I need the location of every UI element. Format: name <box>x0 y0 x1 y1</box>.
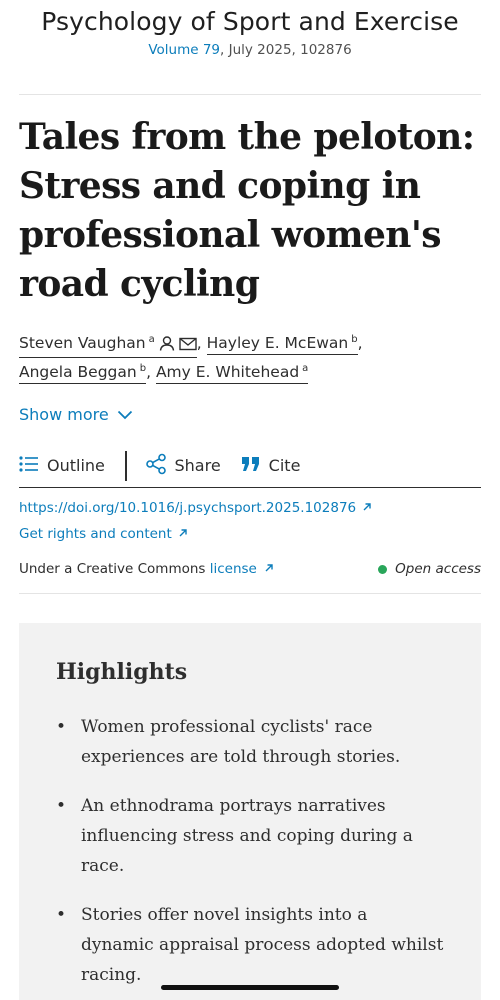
highlight-item: Stories offer novel insights into a dyna… <box>56 900 444 990</box>
highlight-item: Women professional cyclists' race experi… <box>56 712 444 772</box>
show-more-button[interactable]: Show more <box>19 405 133 424</box>
author-link-vaughan[interactable]: Steven Vaughan a <box>19 330 197 358</box>
volume-link[interactable]: Volume 79 <box>148 42 220 58</box>
license-info: Under a Creative Commons license <box>19 561 274 577</box>
author-separator: , <box>146 363 151 381</box>
author-separator: , <box>196 334 202 352</box>
toolbar-divider <box>125 450 127 481</box>
doi-text: https://doi.org/10.1016/j.psychsport.202… <box>19 500 357 516</box>
share-button[interactable]: Share <box>145 453 221 479</box>
license-link[interactable]: license <box>210 561 257 577</box>
rights-link[interactable]: Get rights and content <box>19 526 188 542</box>
chevron-down-icon <box>117 405 133 424</box>
list-icon <box>19 455 39 476</box>
license-row: Under a Creative Commons license Open ac… <box>19 561 481 577</box>
open-access-label: Open access <box>395 561 481 577</box>
article-toolbar: Outline Share Cite <box>19 447 481 488</box>
person-icon <box>159 336 175 356</box>
highlights-title: Highlights <box>56 659 188 685</box>
doi-link[interactable]: https://doi.org/10.1016/j.psychsport.202… <box>19 500 372 516</box>
author-separator: , <box>357 334 363 352</box>
license-divider <box>19 593 481 594</box>
issue-details: , July 2025, 102876 <box>220 42 352 58</box>
quote-icon <box>241 456 261 476</box>
external-link-icon <box>178 526 188 542</box>
show-more-label: Show more <box>19 405 109 424</box>
highlights-section: Highlights Women professional cyclists' … <box>19 623 481 1000</box>
article-title: Tales from the peloton: Stress and copin… <box>19 116 475 305</box>
share-label: Share <box>174 456 221 475</box>
author-link-mcewan[interactable]: Hayley E. McEwan b <box>206 330 358 355</box>
author-link-beggan[interactable]: Angela Beggan b <box>19 359 147 384</box>
journal-header: Psychology of Sport and Exercise Volume … <box>0 0 500 59</box>
rights-text: Get rights and content <box>19 526 172 542</box>
highlights-list: Women professional cyclists' race experi… <box>56 712 444 990</box>
author-name: Hayley E. McEwan <box>206 334 349 352</box>
author-affiliation: a <box>148 334 155 345</box>
cite-label: Cite <box>268 456 301 475</box>
envelope-icon <box>179 336 197 356</box>
external-link-icon <box>362 500 372 516</box>
share-icon <box>145 453 167 479</box>
open-access-badge: Open access <box>378 561 481 577</box>
highlight-item: An ethnodrama portrays narratives influe… <box>56 791 444 881</box>
header-divider <box>19 94 481 95</box>
home-indicator[interactable] <box>161 985 339 990</box>
author-link-whitehead[interactable]: Amy E. Whitehead a <box>155 359 309 384</box>
author-name: Angela Beggan <box>19 363 137 381</box>
license-prefix: Under a Creative Commons <box>19 561 210 577</box>
author-affiliation: a <box>302 363 309 374</box>
author-name: Steven Vaughan <box>19 334 146 352</box>
author-name: Amy E. Whitehead <box>155 363 300 381</box>
author-list: Steven Vaughan a, Hayley E. McEwan b, Ange… <box>19 329 489 386</box>
journal-title[interactable]: Psychology of Sport and Exercise <box>0 6 500 38</box>
journal-issue-info: Volume 79, July 2025, 102876 <box>0 41 500 59</box>
outline-label: Outline <box>47 456 105 475</box>
outline-button[interactable]: Outline <box>19 455 119 476</box>
cite-button[interactable]: Cite <box>241 456 301 476</box>
external-link-icon <box>261 561 274 577</box>
open-access-dot-icon <box>378 564 388 574</box>
